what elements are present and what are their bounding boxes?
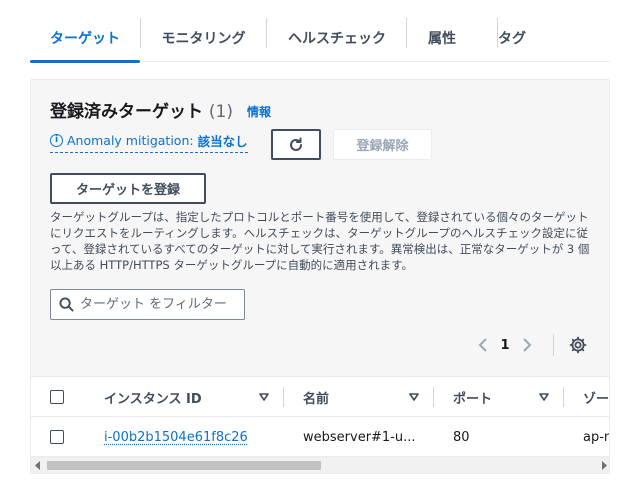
- anomaly-label: Anomaly mitigation:: [67, 133, 194, 148]
- column-label: インスタンス ID: [104, 391, 202, 407]
- column-label: 名前: [303, 391, 330, 407]
- gear-icon: [569, 336, 587, 354]
- sort-icon: [539, 393, 549, 401]
- targets-table: インスタンス ID 名前 ポート ゾー i-00b2b1504e61f8c26 …: [31, 376, 610, 456]
- column-divider: [283, 387, 284, 407]
- tab-monitoring[interactable]: モニタリング: [141, 14, 266, 62]
- info-icon: i: [50, 134, 63, 147]
- column-header-name[interactable]: 名前: [303, 377, 423, 417]
- registered-targets-panel: 登録済みターゲット (1) 情報 i Anomaly mitigation: 該…: [30, 79, 610, 474]
- panel-title: 登録済みターゲット (1): [50, 97, 233, 122]
- column-label: ゾー: [583, 391, 610, 407]
- tab-health-checks[interactable]: ヘルスチェック: [267, 14, 407, 62]
- column-divider: [563, 387, 564, 407]
- panel-title-text: 登録済みターゲット: [50, 102, 203, 122]
- column-header-zone[interactable]: ゾー: [583, 377, 610, 417]
- chevron-left-icon: [478, 338, 487, 352]
- page-number[interactable]: 1: [495, 338, 515, 353]
- table-header: インスタンス ID 名前 ポート ゾー: [31, 377, 610, 417]
- port-value: 80: [453, 429, 470, 445]
- register-targets-button[interactable]: ターゲットを登録: [50, 173, 206, 204]
- column-divider: [433, 387, 434, 407]
- previous-page-button[interactable]: [471, 330, 495, 360]
- refresh-icon: [290, 137, 302, 151]
- scrollbar-thumb[interactable]: [47, 461, 321, 470]
- refresh-button[interactable]: [271, 129, 321, 160]
- column-header-instance-id[interactable]: インスタンス ID: [104, 377, 274, 417]
- table-row: i-00b2b1504e61f8c26 webserver#1-u... 80 …: [31, 417, 610, 456]
- tab-targets[interactable]: ターゲット: [30, 14, 140, 63]
- tab-tags[interactable]: タグ: [477, 14, 547, 62]
- instance-id-link[interactable]: i-00b2b1504e61f8c26: [104, 417, 248, 456]
- panel-description: ターゲットグループは、指定したプロトコルとポート番号を使用して、登録されている個…: [50, 210, 590, 272]
- scroll-left-icon[interactable]: [34, 461, 42, 470]
- pagination: 1: [471, 330, 589, 360]
- select-all-checkbox[interactable]: [50, 390, 64, 404]
- sort-icon: [259, 393, 269, 401]
- sort-icon: [409, 393, 419, 401]
- preferences-button[interactable]: [567, 334, 589, 356]
- info-link[interactable]: 情報: [247, 103, 271, 120]
- column-label: ポート: [453, 391, 493, 407]
- next-page-button[interactable]: [515, 330, 539, 360]
- tab-bar: ターゲット モニタリング ヘルスチェック 属性 タグ: [30, 14, 610, 63]
- column-header-port[interactable]: ポート: [453, 377, 553, 417]
- pager-divider: [553, 334, 554, 356]
- filter-field[interactable]: [50, 289, 245, 320]
- tab-attributes[interactable]: 属性: [407, 14, 477, 62]
- zone-value: ap-n: [583, 429, 610, 445]
- anomaly-value: 該当なし: [197, 134, 248, 149]
- scroll-right-icon[interactable]: [600, 461, 608, 470]
- anomaly-mitigation-link[interactable]: i Anomaly mitigation: 該当なし: [50, 131, 248, 153]
- target-count: (1): [208, 102, 234, 122]
- horizontal-scrollbar[interactable]: [31, 456, 609, 473]
- deregister-button[interactable]: 登録解除: [333, 129, 432, 160]
- filter-input[interactable]: [80, 297, 230, 312]
- row-checkbox[interactable]: [50, 430, 64, 444]
- search-icon: [59, 297, 74, 312]
- instance-name: webserver#1-u...: [303, 429, 416, 445]
- chevron-right-icon: [523, 338, 532, 352]
